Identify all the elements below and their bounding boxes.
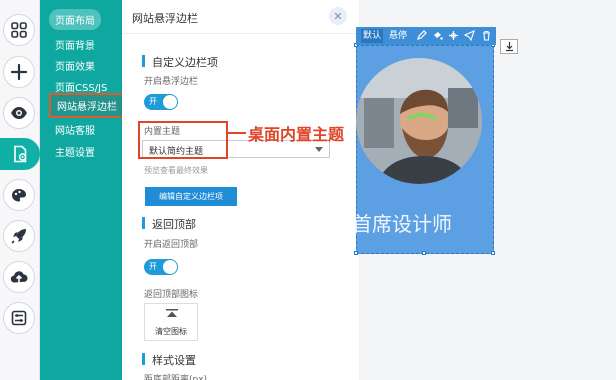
toggle-on-text: 开	[149, 97, 157, 106]
section-style-settings: 样式设置	[142, 352, 196, 368]
close-icon[interactable]: ✕	[329, 7, 347, 25]
palette-icon[interactable]	[3, 179, 35, 211]
download-icon	[506, 42, 513, 52]
submenu-heading-page-layout[interactable]: 页面布局	[49, 9, 101, 30]
clear-icon-button[interactable]: 清空图标	[145, 326, 197, 337]
preview-hint: 预览查看最终效果	[144, 166, 208, 175]
icon-rail	[0, 0, 40, 380]
grid-icon[interactable]	[3, 14, 35, 46]
submenu-item-floating-sidebar[interactable]: 网站悬浮边栏	[49, 93, 125, 118]
move-icon[interactable]	[448, 30, 459, 41]
enable-back-top-toggle[interactable]: 开	[144, 259, 178, 275]
sliders-icon[interactable]	[3, 302, 35, 334]
submenu-item-page-background[interactable]: 页面背景	[55, 37, 95, 52]
eye-icon[interactable]	[3, 97, 35, 129]
chevron-down-icon	[315, 147, 323, 152]
toggle-knob	[163, 95, 177, 109]
submenu-item-theme-settings[interactable]: 主题设置	[55, 144, 95, 159]
bottom-distance-label: 距底部距离(px)	[144, 375, 208, 380]
edit-icon[interactable]	[416, 30, 427, 41]
callout-arrow-icon	[228, 132, 246, 134]
arrow-up-icon	[166, 309, 178, 317]
back-top-icon-label: 返回顶部图标	[144, 290, 199, 300]
rocket-icon[interactable]	[3, 220, 35, 252]
resize-handle[interactable]	[491, 251, 495, 255]
default-state-tab[interactable]: 默认	[361, 29, 384, 43]
designer-title-text: 首席设计师	[352, 212, 452, 236]
callout-text: 桌面内置主题	[248, 125, 345, 144]
fill-icon[interactable]	[432, 30, 443, 41]
enable-back-top-label: 开启返回顶部	[144, 240, 199, 250]
send-icon[interactable]	[464, 30, 475, 41]
section-back-to-top: 返回顶部	[142, 216, 196, 232]
resize-handle[interactable]	[354, 251, 358, 255]
floating-sidebar-panel: 网站悬浮边栏 ✕ 自定义边栏项 开启悬浮边栏 开 内置主题 默认简约主题 预览查…	[122, 0, 359, 380]
cloud-upload-icon[interactable]	[3, 261, 35, 293]
submenu-item-page-effects[interactable]: 页面效果	[55, 58, 95, 73]
trash-icon[interactable]	[481, 30, 492, 41]
hover-state-tab[interactable]: 悬停	[389, 29, 407, 43]
edit-custom-items-button[interactable]: 编辑自定义边栏项	[145, 187, 237, 206]
back-top-icon-picker[interactable]: 清空图标	[144, 303, 198, 341]
toggle-knob	[163, 260, 177, 274]
plus-icon[interactable]	[3, 56, 35, 88]
section-custom-items: 自定义边栏项	[142, 54, 218, 70]
submenu-item-page-css-js[interactable]: 页面CSS/JS	[55, 79, 107, 94]
document-settings-icon[interactable]	[0, 138, 40, 170]
panel-divider	[122, 33, 359, 34]
highlight-box	[138, 121, 228, 159]
resize-handle[interactable]	[422, 251, 426, 255]
toggle-on-text: 开	[149, 262, 157, 271]
enable-sidebar-label: 开启悬浮边栏	[144, 77, 199, 87]
panel-title: 网站悬浮边栏	[132, 12, 198, 25]
module-edit-toolbar: 默认 悬停	[356, 27, 496, 45]
download-button[interactable]	[500, 39, 518, 54]
submenu-item-customer-service[interactable]: 网站客服	[55, 122, 95, 137]
enable-sidebar-toggle[interactable]: 开	[144, 94, 178, 110]
designer-avatar	[356, 58, 482, 184]
page-layout-submenu: 页面布局 页面背景 页面效果 页面CSS/JS 网站悬浮边栏 网站客服 主题设置	[40, 0, 125, 380]
